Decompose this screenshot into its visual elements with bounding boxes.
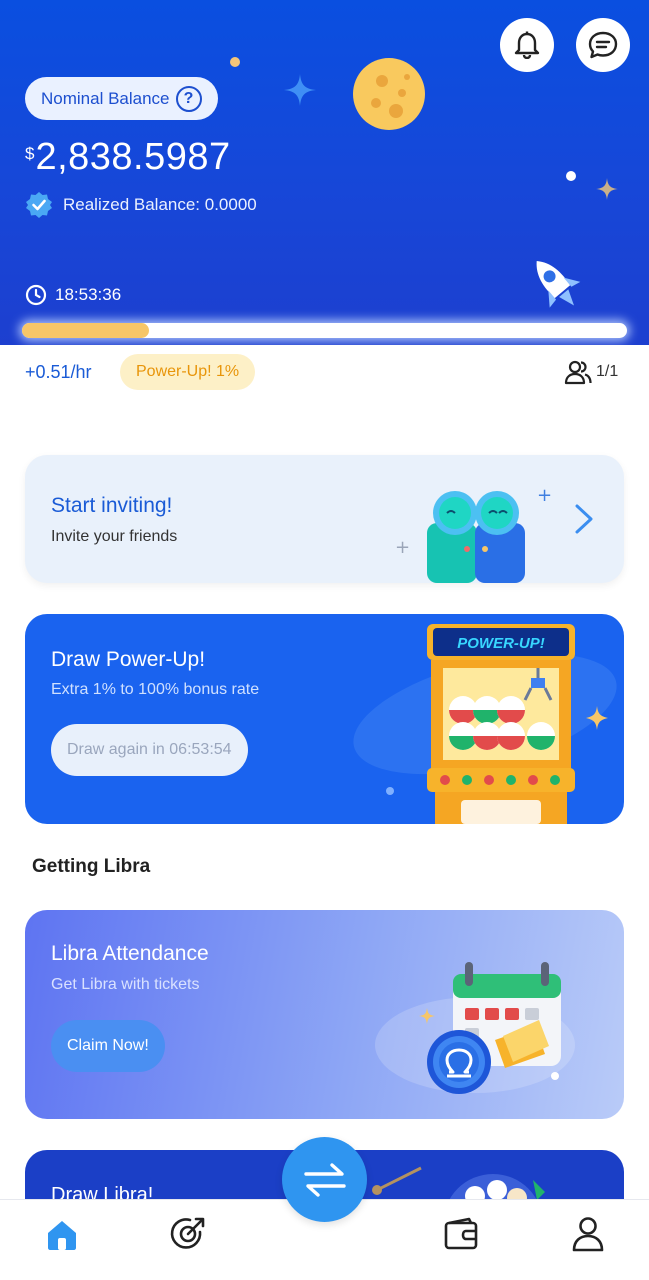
balance-value: 2,838.5987 bbox=[35, 136, 231, 178]
moon-icon bbox=[353, 58, 425, 130]
timer-value: 18:53:36 bbox=[55, 285, 122, 304]
help-icon[interactable]: ? bbox=[175, 85, 202, 112]
messages-button[interactable] bbox=[576, 18, 630, 72]
nav-home[interactable] bbox=[42, 1214, 82, 1254]
swap-icon bbox=[303, 1162, 346, 1197]
claw-machine-illustration: POWER-UP! bbox=[353, 624, 617, 824]
invite-card[interactable]: Start inviting! Invite your friends + + bbox=[25, 455, 624, 583]
libra-attendance-card[interactable]: Libra Attendance Get Libra with tickets … bbox=[25, 910, 624, 1119]
machine-sign: POWER-UP! bbox=[457, 635, 545, 652]
star-icon bbox=[596, 178, 618, 200]
invite-subtitle: Invite your friends bbox=[51, 528, 178, 545]
mining-progress-bar bbox=[22, 323, 627, 338]
nav-wallet[interactable] bbox=[441, 1214, 481, 1254]
balance-header: Nominal Balance ? $ 2,838.5987 Realized … bbox=[0, 0, 649, 345]
swap-button[interactable] bbox=[282, 1137, 367, 1222]
chat-icon bbox=[588, 31, 618, 59]
calendar-coin-illustration bbox=[375, 962, 575, 1094]
star-icon bbox=[284, 74, 316, 106]
mining-icon bbox=[170, 1217, 205, 1249]
wallet-icon bbox=[444, 1217, 478, 1250]
draw-powerup-card[interactable]: POWER-UP! Draw Power-Up! Extra 1% to 100… bbox=[25, 614, 624, 824]
verified-badge-icon bbox=[26, 192, 52, 218]
draw-again-button[interactable]: Draw again in 06:53:54 bbox=[51, 724, 248, 776]
chevron-right-icon[interactable] bbox=[573, 503, 595, 535]
bell-icon bbox=[514, 31, 540, 59]
attendance-subtitle: Get Libra with tickets bbox=[51, 976, 200, 993]
team-count-value: 1/1 bbox=[596, 363, 619, 380]
svg-text:+: + bbox=[537, 485, 552, 506]
attendance-title: Libra Attendance bbox=[51, 942, 209, 965]
dot-decoration bbox=[566, 171, 576, 181]
stats-row: +0.51/hr Power-Up! 1% 1/1 bbox=[0, 345, 649, 400]
getting-libra-heading: Getting Libra bbox=[32, 856, 151, 877]
mining-progress-fill bbox=[22, 323, 150, 338]
balance-amount: $ 2,838.5987 bbox=[25, 136, 231, 179]
realized-balance-text: Realized Balance: 0.0000 bbox=[63, 195, 257, 214]
mining-rate: +0.51/hr bbox=[25, 362, 92, 382]
home-icon bbox=[48, 1221, 76, 1250]
powerup-badge: Power-Up! 1% bbox=[120, 354, 256, 390]
draw-powerup-subtitle: Extra 1% to 100% bonus rate bbox=[51, 681, 260, 698]
notifications-button[interactable] bbox=[500, 18, 554, 72]
profile-icon bbox=[572, 1217, 604, 1252]
nominal-balance-pill[interactable]: Nominal Balance ? bbox=[25, 77, 218, 120]
clock-icon bbox=[25, 284, 47, 306]
claim-now-button[interactable]: Claim Now! bbox=[51, 1020, 165, 1072]
realized-balance: Realized Balance: 0.0000 bbox=[25, 191, 257, 219]
friends-illustration: + + bbox=[395, 485, 552, 583]
invite-title: Start inviting! bbox=[51, 494, 173, 517]
rocket-icon bbox=[536, 261, 581, 308]
nav-mining[interactable] bbox=[168, 1214, 208, 1254]
team-count[interactable]: 1/1 bbox=[564, 359, 618, 385]
currency-symbol: $ bbox=[25, 144, 35, 163]
svg-text:+: + bbox=[395, 537, 410, 558]
nominal-balance-label: Nominal Balance bbox=[41, 88, 170, 108]
mining-timer: 18:53:36 bbox=[25, 284, 121, 306]
nav-profile[interactable] bbox=[568, 1214, 608, 1254]
draw-powerup-title: Draw Power-Up! bbox=[51, 648, 206, 671]
team-icon bbox=[564, 360, 592, 385]
dot-decoration bbox=[230, 57, 240, 67]
